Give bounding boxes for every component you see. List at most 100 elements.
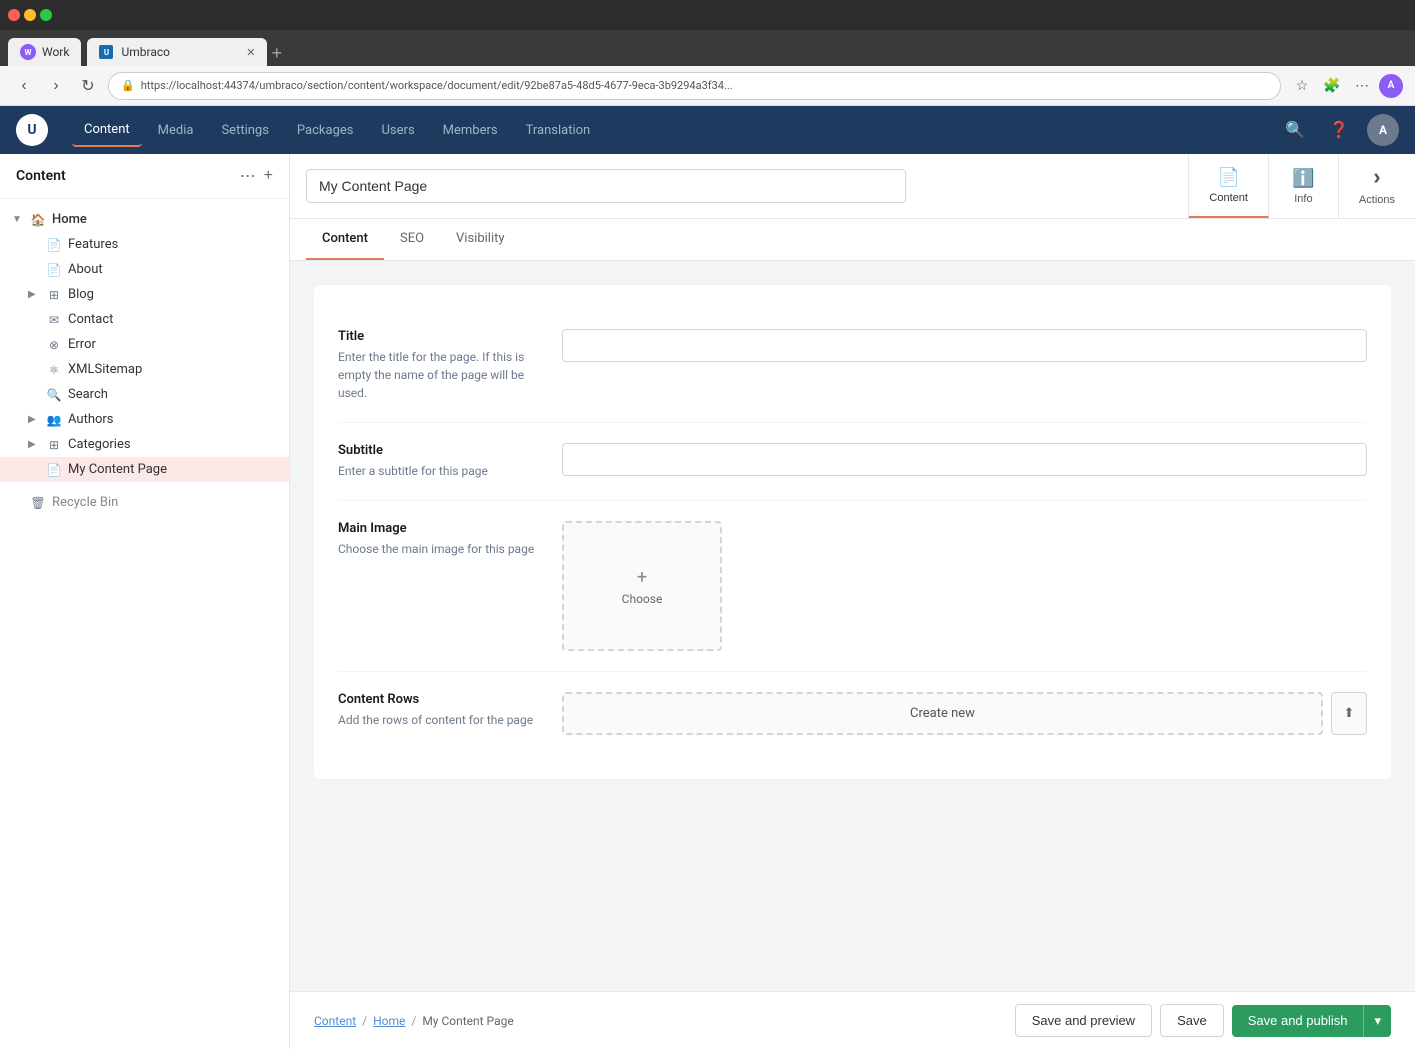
content-header-button[interactable]: 📄 Content xyxy=(1189,154,1269,218)
about-icon: 📄 xyxy=(46,263,62,277)
subtitle-input[interactable] xyxy=(562,443,1367,476)
footer: Content / Home / My Content Page Save an… xyxy=(290,991,1415,1049)
title-label-area: Title Enter the title for the page. If t… xyxy=(338,329,538,402)
expand-arrow-authors: ▶ xyxy=(28,414,40,425)
breadcrumb-home[interactable]: Home xyxy=(373,1014,405,1028)
nav-item-media[interactable]: Media xyxy=(146,115,206,146)
subtitle-input-area xyxy=(562,443,1367,480)
nav-items: Content Media Settings Packages Users Me… xyxy=(72,114,1255,147)
nav-item-users[interactable]: Users xyxy=(370,115,427,146)
search-icon-button[interactable]: 🔍 xyxy=(1279,114,1311,146)
publish-dropdown-arrow[interactable]: ▾ xyxy=(1363,1005,1391,1037)
image-chooser[interactable]: + Choose xyxy=(562,521,722,651)
sidebar-item-about[interactable]: 📄 About xyxy=(0,257,289,282)
main-image-description: Choose the main image for this page xyxy=(338,540,538,558)
help-icon-button[interactable]: ❓ xyxy=(1323,114,1355,146)
sidebar-item-search[interactable]: 🔍 Search xyxy=(0,382,289,407)
document-name-input[interactable] xyxy=(306,169,906,203)
field-subtitle: Subtitle Enter a subtitle for this page xyxy=(338,423,1367,501)
close-button[interactable] xyxy=(8,9,20,21)
nav-item-content[interactable]: Content xyxy=(72,114,142,147)
user-avatar[interactable]: A xyxy=(1367,114,1399,146)
sidebar-item-contact[interactable]: ✉ Contact xyxy=(0,307,289,332)
tab-content[interactable]: Content xyxy=(306,219,384,260)
content-header-label: Content xyxy=(1209,192,1248,204)
logo[interactable]: U xyxy=(16,114,48,146)
categories-label: Categories xyxy=(68,437,277,452)
expand-arrow-blog: ▶ xyxy=(28,289,40,300)
nav-item-members[interactable]: Members xyxy=(431,115,510,146)
sidebar-item-my-content-page[interactable]: 📄 My Content Page xyxy=(0,457,289,482)
features-icon: 📄 xyxy=(46,238,62,252)
document-header-actions: 📄 Content ℹ️ Info › Actions xyxy=(1189,154,1415,218)
sidebar-item-blog[interactable]: ▶ ⊞ Blog xyxy=(0,282,289,307)
sidebar-item-features[interactable]: 📄 Features xyxy=(0,232,289,257)
breadcrumb: Content / Home / My Content Page xyxy=(314,1014,514,1028)
content-rows-extra-button[interactable]: ⬆ xyxy=(1331,692,1367,735)
new-tab-button[interactable]: + xyxy=(271,44,282,66)
sidebar-item-recycle-bin[interactable]: 🗑 Recycle Bin xyxy=(0,490,289,515)
nav-item-translation[interactable]: Translation xyxy=(514,115,603,146)
tab-seo[interactable]: SEO xyxy=(384,219,440,260)
address-box[interactable]: 🔒 https://localhost:44374/umbraco/sectio… xyxy=(108,72,1281,100)
bookmark-button[interactable]: ☆ xyxy=(1289,73,1315,99)
field-main-image: Main Image Choose the main image for thi… xyxy=(338,501,1367,672)
xmlsitemap-icon: ⚛ xyxy=(46,363,62,377)
back-button[interactable]: ‹ xyxy=(12,74,36,98)
sidebar-item-xmlsitemap[interactable]: ⚛ XMLSitemap xyxy=(0,357,289,382)
umbraco-tab[interactable]: U Umbraco ✕ xyxy=(87,38,267,66)
title-label: Title xyxy=(338,329,538,344)
browser-chrome xyxy=(0,0,1415,30)
sidebar-tree: ▼ 🏠 Home 📄 Features 📄 About xyxy=(0,199,289,523)
authors-icon: 👥 xyxy=(46,413,62,427)
info-header-icon: ℹ️ xyxy=(1292,168,1314,189)
save-button[interactable]: Save xyxy=(1160,1004,1224,1037)
create-new-button[interactable]: Create new xyxy=(562,692,1323,735)
form-area: Title Enter the title for the page. If t… xyxy=(290,261,1415,991)
my-content-page-icon: 📄 xyxy=(46,463,62,477)
sidebar-item-authors[interactable]: ▶ 👥 Authors xyxy=(0,407,289,432)
main-image-label-area: Main Image Choose the main image for thi… xyxy=(338,521,538,651)
refresh-button[interactable]: ↻ xyxy=(76,74,100,98)
sidebar-header: Content ⋯ + xyxy=(0,154,289,199)
profile-circle[interactable]: A xyxy=(1379,74,1403,98)
sidebar-actions: ⋯ + xyxy=(240,166,273,186)
image-chooser-label: Choose xyxy=(622,592,663,606)
tab-title: Umbraco xyxy=(121,45,170,59)
more-button[interactable]: ⋯ xyxy=(1349,73,1375,99)
info-header-button[interactable]: ℹ️ Info xyxy=(1269,154,1339,218)
error-label: Error xyxy=(68,337,277,352)
browser-controls xyxy=(8,9,52,21)
forward-button[interactable]: › xyxy=(44,74,68,98)
actions-header-button[interactable]: › Actions xyxy=(1339,154,1415,218)
sidebar-more-button[interactable]: ⋯ xyxy=(240,166,256,186)
save-and-publish-button[interactable]: Save and publish xyxy=(1232,1005,1364,1037)
nav-item-packages[interactable]: Packages xyxy=(285,115,366,146)
breadcrumb-content[interactable]: Content xyxy=(314,1014,356,1028)
title-description: Enter the title for the page. If this is… xyxy=(338,348,538,402)
field-title: Title Enter the title for the page. If t… xyxy=(338,309,1367,423)
title-input[interactable] xyxy=(562,329,1367,362)
tab-close-icon[interactable]: ✕ xyxy=(246,46,255,59)
main-content: Content ⋯ + ▼ 🏠 Home 📄 Features xyxy=(0,154,1415,1049)
minimize-button[interactable] xyxy=(24,9,36,21)
info-header-label: Info xyxy=(1294,193,1312,205)
breadcrumb-sep-2: / xyxy=(411,1014,416,1028)
maximize-button[interactable] xyxy=(40,9,52,21)
sidebar-item-error[interactable]: ⊗ Error xyxy=(0,332,289,357)
home-icon: 🏠 xyxy=(30,213,46,227)
sidebar-item-categories[interactable]: ▶ ⊞ Categories xyxy=(0,432,289,457)
image-chooser-plus-icon: + xyxy=(637,567,647,588)
save-preview-button[interactable]: Save and preview xyxy=(1015,1004,1152,1037)
tab-visibility[interactable]: Visibility xyxy=(440,219,521,260)
extensions-button[interactable]: 🧩 xyxy=(1319,73,1345,99)
field-content-rows: Content Rows Add the rows of content for… xyxy=(338,672,1367,755)
work-tab-label: Work xyxy=(42,45,69,59)
work-tab[interactable]: W Work xyxy=(8,38,81,66)
authors-label: Authors xyxy=(68,412,277,427)
sidebar-item-home[interactable]: ▼ 🏠 Home xyxy=(0,207,289,232)
document-header: 📄 Content ℹ️ Info › Actions xyxy=(290,154,1415,219)
nav-item-settings[interactable]: Settings xyxy=(209,115,280,146)
home-label: Home xyxy=(52,212,277,227)
sidebar-add-button[interactable]: + xyxy=(264,166,273,186)
